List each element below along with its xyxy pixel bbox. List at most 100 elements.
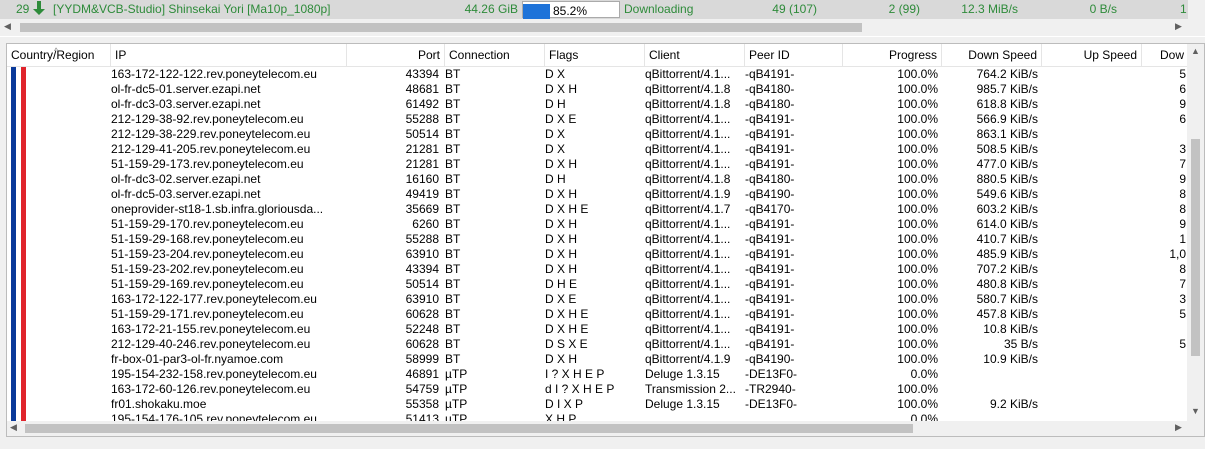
peer-client: qBittorrent/4.1.9 [645, 352, 731, 366]
peer-down-speed: 618.8 KiB/s [976, 97, 1038, 111]
download-arrow-icon [32, 0, 46, 19]
table-row[interactable]: 163-172-60-126.rev.poneytelecom.eu 54759 µ… [7, 382, 1189, 397]
table-row[interactable]: fr01.shokaku.moe 55358 µTP D I X P Deluge 1.… [7, 397, 1189, 412]
peer-down-speed: 10.9 KiB/s [983, 352, 1038, 366]
peer-downloaded [1141, 382, 1186, 397]
scroll-right-icon[interactable]: ▶ [1175, 21, 1182, 32]
france-flag-icon [11, 82, 26, 97]
peer-port: 48681 [405, 82, 439, 96]
table-row[interactable]: oneprovider-st18-1.sb.infra.gloriousda..… [7, 202, 1189, 217]
france-flag-icon [11, 217, 26, 232]
peer-port: 63910 [405, 292, 439, 306]
vertical-scrollbar[interactable] [1188, 0, 1205, 19]
torrent-up-speed: 0 B/s [1089, 2, 1117, 16]
peer-down-speed: 508.5 KiB/s [976, 142, 1038, 156]
column-header-up-speed[interactable]: Up Speed [1042, 44, 1142, 66]
pane-splitter[interactable] [0, 37, 1205, 42]
scrollbar-thumb[interactable] [20, 23, 862, 32]
scroll-left-icon[interactable]: ◀ [4, 21, 11, 32]
table-row[interactable]: 51-159-29-170.rev.poneytelecom.eu 6260 BT D… [7, 217, 1189, 232]
peer-id: -qB4191- [745, 322, 795, 336]
table-row[interactable]: 195-154-232-158.rev.poneytelecom.eu 46891… [7, 367, 1189, 382]
column-header-progress[interactable]: Progress [843, 44, 942, 66]
peer-up-speed [1042, 352, 1137, 367]
peer-ip: ol-fr-dc5-03.server.ezapi.net [111, 187, 261, 201]
peer-up-speed [1042, 382, 1137, 397]
table-row[interactable]: ol-fr-dc5-01.server.ezapi.net 48681 BT D X … [7, 82, 1189, 97]
table-row[interactable]: 163-172-21-155.rev.poneytelecom.eu 52248 B… [7, 322, 1189, 337]
scroll-left-icon[interactable]: ◀ [10, 422, 17, 433]
table-row[interactable]: 163-172-122-122.rev.poneytelecom.eu 43394… [7, 67, 1189, 82]
peer-client: qBittorrent/4.1... [645, 337, 731, 351]
table-row[interactable]: ol-fr-dc3-02.server.ezapi.net 16160 BT D H q… [7, 172, 1189, 187]
table-row[interactable]: 51-159-29-173.rev.poneytelecom.eu 21281 BT… [7, 157, 1189, 172]
peer-up-speed [1042, 172, 1137, 187]
table-row[interactable]: 51-159-29-171.rev.poneytelecom.eu 60628 BT… [7, 307, 1189, 322]
peer-client: qBittorrent/4.1.9 [645, 187, 731, 201]
peer-ip: 163-172-21-155.rev.poneytelecom.eu [111, 322, 311, 336]
peer-down-speed [943, 382, 1038, 397]
peer-port: 55288 [405, 112, 439, 126]
peer-progress: 100.0% [897, 277, 938, 291]
torrent-progress-bar: 85.2% [522, 1, 620, 19]
table-row[interactable]: 163-172-122-177.rev.poneytelecom.eu 63910… [7, 292, 1189, 307]
peer-ip: ol-fr-dc3-02.server.ezapi.net [111, 172, 261, 186]
peer-client: Deluge 1.3.15 [645, 397, 720, 411]
scrollbar-thumb[interactable] [25, 424, 913, 433]
peer-client: qBittorrent/4.1... [645, 232, 731, 246]
scroll-right-icon[interactable]: ▶ [1175, 422, 1182, 433]
column-header-peer-id[interactable]: Peer ID [745, 44, 843, 66]
table-row[interactable]: ol-fr-dc3-03.server.ezapi.net 61492 BT D H q… [7, 97, 1189, 112]
peer-downloaded: 9 [1179, 97, 1186, 111]
peer-progress: 0.0% [910, 367, 938, 381]
vertical-scrollbar[interactable]: ▲ ▼ [1187, 44, 1204, 421]
peer-connection: BT [445, 127, 461, 141]
peer-connection: µTP [445, 397, 468, 411]
peer-progress: 100.0% [897, 187, 938, 201]
peer-downloaded: 9 [1179, 172, 1186, 186]
peer-connection: BT [445, 322, 461, 336]
table-row[interactable]: 51-159-23-204.rev.poneytelecom.eu 63910 BT… [7, 247, 1189, 262]
table-row[interactable]: 212-129-40-246.rev.poneytelecom.eu 60628 B… [7, 337, 1189, 352]
peer-flags: D X H [545, 157, 578, 171]
horizontal-scrollbar[interactable]: ◀ ▶ [0, 19, 1205, 36]
column-header-flags[interactable]: Flags [545, 44, 645, 66]
table-row[interactable]: ol-fr-dc5-03.server.ezapi.net 49419 BT D X … [7, 187, 1189, 202]
column-header-port[interactable]: Port [347, 44, 445, 66]
table-row[interactable]: 212-129-38-229.rev.poneytelecom.eu 50514 B… [7, 127, 1189, 142]
peer-down-speed [943, 367, 1038, 382]
scroll-up-icon[interactable]: ▲ [1191, 46, 1200, 56]
peer-up-speed [1042, 112, 1137, 127]
peer-id: -qB4191- [745, 232, 795, 246]
torrent-row[interactable]: 29 [YYDM&VCB-Studio] Shinsekai Yori [Ma1… [0, 0, 1205, 19]
peer-client: qBittorrent/4.1... [645, 67, 731, 81]
table-row[interactable]: 51-159-29-168.rev.poneytelecom.eu 55288 BT… [7, 232, 1189, 247]
peer-progress: 100.0% [897, 127, 938, 141]
peer-ip: 212-129-38-92.rev.poneytelecom.eu [111, 112, 304, 126]
table-row[interactable]: 212-129-41-205.rev.poneytelecom.eu 21281 B… [7, 142, 1189, 157]
peer-id: -qB4191- [745, 307, 795, 321]
column-header-client[interactable]: Client [645, 44, 745, 66]
table-row[interactable]: 51-159-23-202.rev.poneytelecom.eu 43394 BT… [7, 262, 1189, 277]
table-row[interactable]: fr-box-01-par3-ol-fr.nyamoe.com 58999 BT D … [7, 352, 1189, 367]
peer-port: 50514 [405, 277, 439, 291]
column-header-ip[interactable]: IP [111, 44, 347, 66]
table-row[interactable]: 51-159-29-169.rev.poneytelecom.eu 50514 BT… [7, 277, 1189, 292]
column-header-down-speed[interactable]: Down Speed [942, 44, 1042, 66]
peer-id: -qB4191- [745, 262, 795, 276]
peer-up-speed [1042, 82, 1137, 97]
column-header-connection[interactable]: Connection [445, 44, 545, 66]
peer-id: -qB4191- [745, 157, 795, 171]
france-flag-icon [11, 142, 26, 157]
france-flag-icon [11, 157, 26, 172]
scrollbar-thumb[interactable] [1191, 139, 1200, 356]
table-row[interactable]: 212-129-38-92.rev.poneytelecom.eu 55288 BT… [7, 112, 1189, 127]
scroll-down-icon[interactable]: ▼ [1191, 406, 1200, 416]
peer-client: qBittorrent/4.1... [645, 142, 731, 156]
peer-client: qBittorrent/4.1.8 [645, 172, 731, 186]
column-header-country[interactable]: ^ Country/Region [7, 44, 111, 66]
peer-flags: D I X P [545, 397, 584, 411]
column-header-downloaded[interactable]: Dow [1142, 44, 1189, 66]
france-flag-icon [11, 337, 26, 352]
horizontal-scrollbar[interactable]: ◀ ▶ [7, 421, 1189, 436]
